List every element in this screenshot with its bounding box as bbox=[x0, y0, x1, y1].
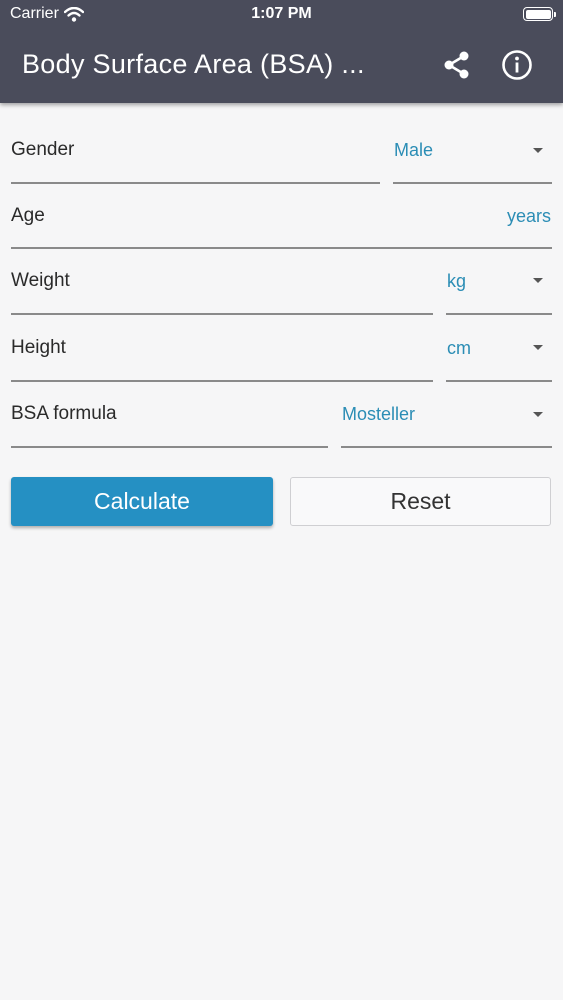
page-title: Body Surface Area (BSA) ... bbox=[22, 49, 365, 79]
weight-unit-select[interactable]: kg bbox=[447, 271, 466, 292]
gender-label: Gender bbox=[11, 139, 75, 160]
share-icon[interactable] bbox=[440, 48, 474, 82]
age-input[interactable] bbox=[11, 247, 552, 249]
gender-select[interactable]: Male bbox=[394, 140, 433, 161]
formula-select-underline bbox=[341, 446, 552, 448]
chevron-down-icon[interactable] bbox=[533, 278, 543, 283]
formula-select[interactable]: Mosteller bbox=[342, 404, 415, 425]
weight-input[interactable] bbox=[11, 313, 433, 315]
age-label: Age bbox=[11, 205, 45, 226]
formula-label: BSA formula bbox=[11, 403, 117, 424]
height-input[interactable] bbox=[11, 380, 433, 382]
chevron-down-icon[interactable] bbox=[533, 345, 543, 350]
battery-icon bbox=[523, 7, 556, 21]
chevron-down-icon[interactable] bbox=[533, 148, 543, 153]
gender-input[interactable] bbox=[11, 182, 380, 184]
status-bar: Carrier 1:07 PM bbox=[0, 0, 563, 30]
reset-button[interactable]: Reset bbox=[290, 477, 551, 526]
weight-label: Weight bbox=[11, 270, 70, 291]
calculate-button[interactable]: Calculate bbox=[11, 477, 273, 526]
chevron-down-icon[interactable] bbox=[533, 412, 543, 417]
height-unit-select[interactable]: cm bbox=[447, 338, 471, 359]
age-unit: years bbox=[506, 206, 551, 226]
status-time: 1:07 PM bbox=[251, 5, 312, 22]
height-unit-underline bbox=[446, 380, 552, 382]
height-label: Height bbox=[11, 337, 66, 358]
app-bar: Carrier 1:07 PM Body Surface Area (BSA) … bbox=[0, 0, 563, 103]
formula-field-underline bbox=[11, 446, 328, 448]
weight-unit-underline bbox=[446, 313, 552, 315]
gender-select-underline bbox=[393, 182, 552, 184]
info-icon[interactable] bbox=[500, 48, 534, 82]
